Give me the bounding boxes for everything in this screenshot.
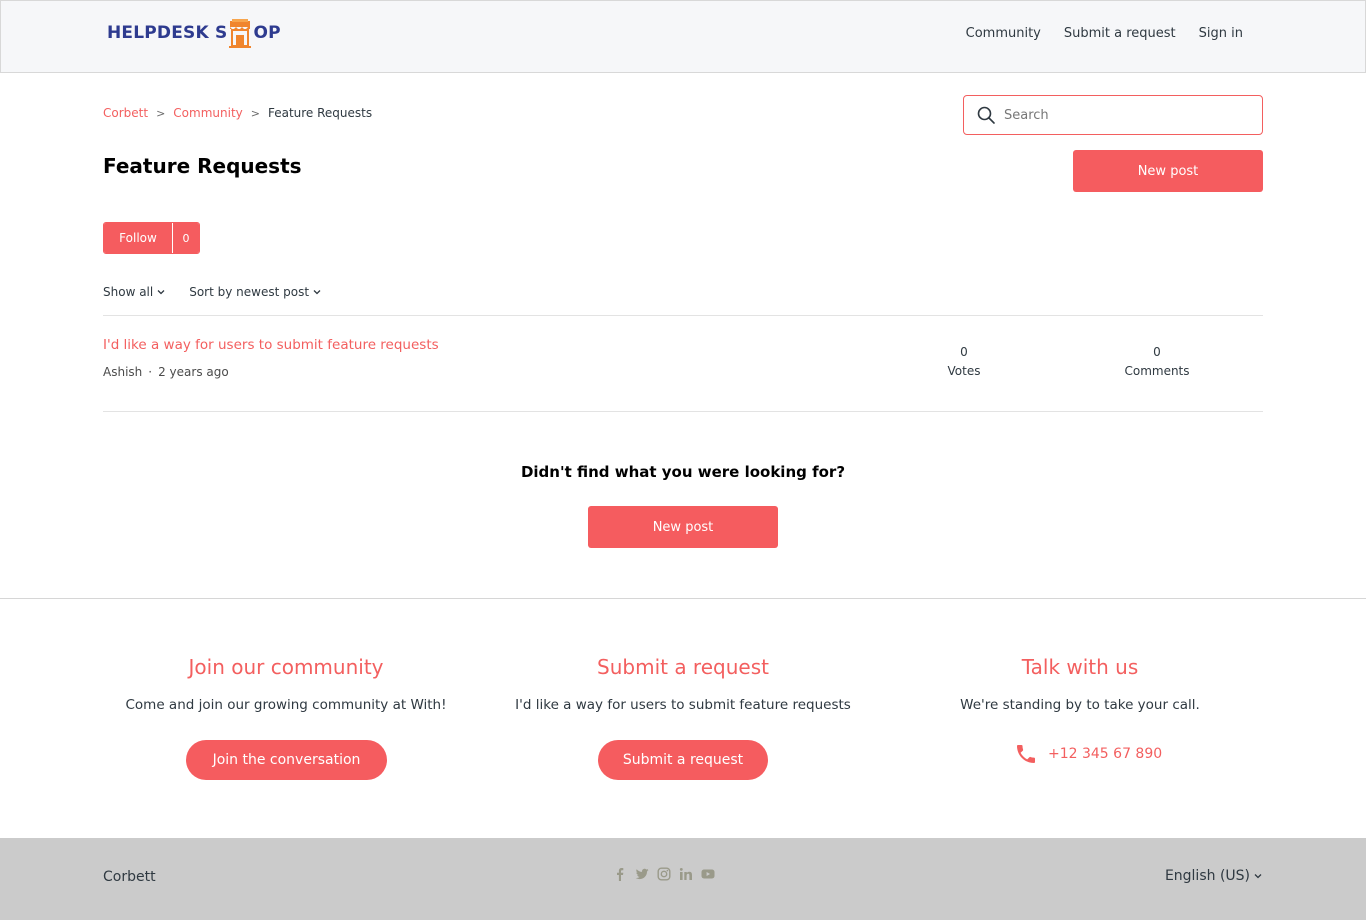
- join-conversation-button[interactable]: Join the conversation: [186, 740, 387, 780]
- footer-col-text: We're standing by to take your call.: [960, 697, 1200, 713]
- comments-stat: 0 Comments: [1117, 343, 1197, 381]
- filter-bar: Show all Sort by newest post: [103, 285, 321, 299]
- breadcrumb-separator: >: [250, 106, 260, 120]
- twitter-icon[interactable]: [635, 867, 649, 881]
- footer-col-talk: Talk with us We're standing by to take y…: [897, 655, 1263, 713]
- footer-col-text: Come and join our growing community at W…: [125, 697, 447, 713]
- footer-col-title: Talk with us: [1021, 655, 1139, 679]
- shop-house-icon: [229, 19, 252, 48]
- footer-brand: Corbett: [103, 869, 156, 885]
- chevron-down-icon: [1254, 874, 1262, 879]
- chevron-down-icon: [313, 290, 321, 295]
- new-post-button[interactable]: New post: [1073, 150, 1263, 192]
- chevron-down-icon: [157, 290, 165, 295]
- not-found-heading: Didn't find what you were looking for?: [520, 463, 846, 481]
- votes-label: Votes: [947, 364, 981, 378]
- language-selector[interactable]: English (US): [1165, 868, 1262, 884]
- comments-count: 0: [1153, 345, 1161, 359]
- meta-separator: ·: [148, 365, 153, 379]
- breadcrumb: Corbett > Community > Feature Requests: [103, 106, 372, 120]
- facebook-icon[interactable]: [613, 867, 627, 881]
- post-author: Ashish: [103, 365, 143, 379]
- new-post-button-bottom[interactable]: New post: [588, 506, 778, 548]
- divider: [103, 315, 1263, 316]
- search-box[interactable]: [963, 95, 1263, 135]
- footer-col-title: Join our community: [188, 655, 384, 679]
- footer-col-community: Join our community Come and join our gro…: [103, 655, 469, 713]
- footer-col-text: I'd like a way for users to submit featu…: [515, 697, 851, 713]
- logo-text-part2: OP: [253, 23, 281, 43]
- search-input[interactable]: [1004, 107, 1244, 123]
- nav-submit-request[interactable]: Submit a request: [1064, 26, 1176, 41]
- breadcrumb-current: Feature Requests: [267, 106, 373, 120]
- footer-col-title: Submit a request: [597, 655, 769, 679]
- linkedin-icon[interactable]: [679, 867, 693, 881]
- post-meta: Ashish · 2 years ago: [103, 365, 229, 379]
- logo-text-part1: HELPDESK S: [107, 23, 228, 43]
- follow-button[interactable]: Follow: [104, 223, 172, 253]
- phone-number[interactable]: +12 345 67 890: [1048, 746, 1162, 762]
- sort-dropdown[interactable]: Sort by newest post: [189, 285, 321, 299]
- footer-bar: Corbett English (US): [0, 838, 1366, 920]
- language-label: English (US): [1164, 868, 1250, 884]
- post-title-link[interactable]: I'd like a way for users to submit featu…: [103, 337, 439, 353]
- follower-count: 0: [172, 223, 199, 253]
- section-divider: [0, 598, 1366, 599]
- breadcrumb-community[interactable]: Community: [173, 106, 242, 120]
- site-header: HELPDESK S OP Community Submit a request…: [0, 0, 1366, 73]
- follow-group: Follow 0: [103, 222, 200, 254]
- search-icon: [977, 106, 995, 124]
- show-all-label: Show all: [103, 285, 154, 299]
- top-nav: Community Submit a request Sign in: [966, 26, 1243, 41]
- submit-request-button[interactable]: Submit a request: [598, 740, 768, 780]
- divider: [103, 411, 1263, 412]
- post-time: 2 years ago: [158, 365, 229, 379]
- footer-col-request: Submit a request I'd like a way for user…: [500, 655, 866, 713]
- helpdesk-shop-logo[interactable]: HELPDESK S OP: [107, 17, 281, 49]
- breadcrumb-corbett[interactable]: Corbett: [103, 106, 148, 120]
- phone-row[interactable]: +12 345 67 890: [1014, 742, 1162, 766]
- sort-label: Sort by newest post: [189, 285, 310, 299]
- nav-community[interactable]: Community: [966, 26, 1041, 41]
- show-all-dropdown[interactable]: Show all: [103, 285, 165, 299]
- phone-icon: [1017, 745, 1035, 763]
- youtube-icon[interactable]: [701, 867, 715, 881]
- social-links: [613, 867, 715, 881]
- page-title: Feature Requests: [103, 154, 302, 178]
- votes-count: 0: [960, 345, 968, 359]
- votes-stat: 0 Votes: [934, 343, 994, 381]
- comments-label: Comments: [1124, 364, 1190, 378]
- breadcrumb-separator: >: [156, 106, 166, 120]
- nav-sign-in[interactable]: Sign in: [1199, 26, 1243, 41]
- instagram-icon[interactable]: [657, 867, 671, 881]
